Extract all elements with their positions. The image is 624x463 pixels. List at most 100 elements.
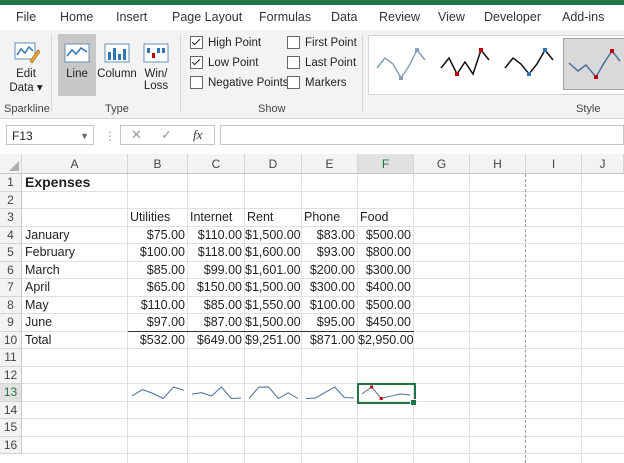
- total-cell[interactable]: $649.00: [188, 332, 242, 349]
- row-header-7[interactable]: 7: [0, 279, 22, 297]
- formula-input[interactable]: [220, 125, 624, 145]
- style-swatch-2[interactable]: [435, 38, 497, 90]
- total-cell[interactable]: $2,950.00: [358, 332, 414, 349]
- column-header-f[interactable]: F: [358, 154, 414, 174]
- column-header-h[interactable]: H: [470, 154, 526, 174]
- data-cell[interactable]: $200.00: [302, 262, 355, 279]
- sparkline-rent[interactable]: [245, 384, 302, 402]
- data-cell[interactable]: $93.00: [302, 244, 355, 261]
- row-header-9[interactable]: 9: [0, 314, 22, 332]
- edit-data-button[interactable]: Edit Data ▾: [6, 38, 46, 94]
- row-label: May: [25, 297, 49, 312]
- row-header-8[interactable]: 8: [0, 296, 22, 314]
- sparkline-utilities[interactable]: [128, 384, 188, 402]
- data-cell[interactable]: $95.00: [302, 314, 355, 331]
- column-header-c[interactable]: C: [188, 154, 245, 174]
- markers-checkbox[interactable]: Markers: [287, 76, 347, 89]
- column-header-b[interactable]: B: [128, 154, 188, 174]
- row-header-5[interactable]: 5: [0, 244, 22, 262]
- negative-points-checkbox[interactable]: Negative Points: [190, 76, 289, 89]
- data-cell[interactable]: $75.00: [128, 227, 185, 244]
- row-header-15[interactable]: 15: [0, 419, 22, 437]
- worksheet-grid[interactable]: A B C D E F G H I J 1 2 3 4 5 6 7 8 9 10 11 12 13 14 15 16 Expense…: [0, 154, 624, 463]
- data-cell[interactable]: $500.00: [358, 227, 411, 244]
- sparkline-phone[interactable]: [302, 384, 358, 402]
- row-header-16[interactable]: 16: [0, 436, 22, 454]
- total-cell[interactable]: $532.00: [128, 332, 185, 349]
- tab-view[interactable]: View: [438, 10, 465, 24]
- row-header-1[interactable]: 1: [0, 174, 22, 192]
- tab-add-ins[interactable]: Add-ins: [562, 10, 604, 24]
- data-cell[interactable]: $1,601.00: [245, 262, 301, 279]
- data-cell[interactable]: $400.00: [358, 279, 411, 296]
- data-cell[interactable]: $100.00: [302, 297, 355, 314]
- row-header-4[interactable]: 4: [0, 226, 22, 244]
- data-cell[interactable]: $118.00: [188, 244, 242, 261]
- data-cell[interactable]: $1,500.00: [245, 279, 301, 296]
- row-header-14[interactable]: 14: [0, 401, 22, 419]
- data-cell[interactable]: $110.00: [128, 297, 185, 314]
- data-cell[interactable]: $1,500.00: [245, 227, 301, 244]
- tab-home[interactable]: Home: [60, 10, 93, 24]
- row-header-10[interactable]: 10: [0, 331, 22, 349]
- column-header-i[interactable]: I: [526, 154, 582, 174]
- column-header-g[interactable]: G: [414, 154, 470, 174]
- total-cell[interactable]: $9,251.00: [245, 332, 301, 349]
- data-cell[interactable]: $300.00: [302, 279, 355, 296]
- tab-insert[interactable]: Insert: [116, 10, 147, 24]
- win-loss-type-button[interactable]: Win/ Loss: [140, 34, 172, 92]
- tab-formulas[interactable]: Formulas: [259, 10, 311, 24]
- style-swatch-4-selected[interactable]: [563, 38, 624, 90]
- data-cell[interactable]: $87.00: [188, 314, 242, 331]
- data-cell[interactable]: $110.00: [188, 227, 242, 244]
- data-cell[interactable]: $99.00: [188, 262, 242, 279]
- low-point-checkbox[interactable]: Low Point: [190, 56, 259, 69]
- data-cell[interactable]: $85.00: [128, 262, 185, 279]
- first-point-checkbox[interactable]: First Point: [287, 36, 357, 49]
- data-cell[interactable]: $450.00: [358, 314, 411, 331]
- tab-review[interactable]: Review: [379, 10, 420, 24]
- column-header-j[interactable]: J: [582, 154, 624, 174]
- tab-data[interactable]: Data: [331, 10, 357, 24]
- enter-icon[interactable]: ✓: [161, 127, 172, 143]
- data-cell[interactable]: $1,500.00: [245, 314, 301, 331]
- row-header-13[interactable]: 13: [0, 384, 22, 402]
- fill-handle[interactable]: [410, 398, 417, 406]
- sparkline-internet[interactable]: [188, 384, 245, 402]
- data-cell[interactable]: $100.00: [128, 244, 185, 261]
- data-cell[interactable]: $500.00: [358, 297, 411, 314]
- resize-handle-icon[interactable]: ⋮: [104, 129, 116, 143]
- row-header-2[interactable]: 2: [0, 191, 22, 209]
- column-header-d[interactable]: D: [245, 154, 302, 174]
- column-header-e[interactable]: E: [302, 154, 358, 174]
- active-cell-border[interactable]: [357, 383, 416, 404]
- row-header-12[interactable]: 12: [0, 366, 22, 384]
- column-header-a[interactable]: A: [22, 154, 128, 174]
- last-point-checkbox[interactable]: Last Point: [287, 56, 356, 69]
- data-cell[interactable]: $83.00: [302, 227, 355, 244]
- line-type-button[interactable]: Line: [58, 34, 96, 96]
- row-header-3[interactable]: 3: [0, 209, 22, 227]
- data-cell[interactable]: $65.00: [128, 279, 185, 296]
- tab-file[interactable]: File: [16, 10, 36, 24]
- select-all-corner[interactable]: [0, 154, 22, 174]
- data-cell[interactable]: $97.00: [128, 314, 185, 331]
- row-header-11[interactable]: 11: [0, 349, 22, 367]
- row-header-6[interactable]: 6: [0, 261, 22, 279]
- tab-page-layout[interactable]: Page Layout: [172, 10, 242, 24]
- high-point-checkbox[interactable]: High Point: [190, 36, 261, 49]
- data-cell[interactable]: $800.00: [358, 244, 411, 261]
- insert-function-icon[interactable]: fx: [193, 127, 202, 143]
- data-cell[interactable]: $1,550.00: [245, 297, 301, 314]
- cancel-icon[interactable]: ✕: [131, 127, 142, 143]
- data-cell[interactable]: $300.00: [358, 262, 411, 279]
- style-swatch-1[interactable]: [371, 38, 433, 90]
- style-swatch-3[interactable]: [499, 38, 561, 90]
- data-cell[interactable]: $85.00: [188, 297, 242, 314]
- data-cell[interactable]: $1,600.00: [245, 244, 301, 261]
- column-type-button[interactable]: Column: [96, 34, 138, 80]
- name-box[interactable]: F13 ▼: [6, 125, 94, 145]
- tab-developer[interactable]: Developer: [484, 10, 541, 24]
- total-cell[interactable]: $871.00: [302, 332, 355, 349]
- data-cell[interactable]: $150.00: [188, 279, 242, 296]
